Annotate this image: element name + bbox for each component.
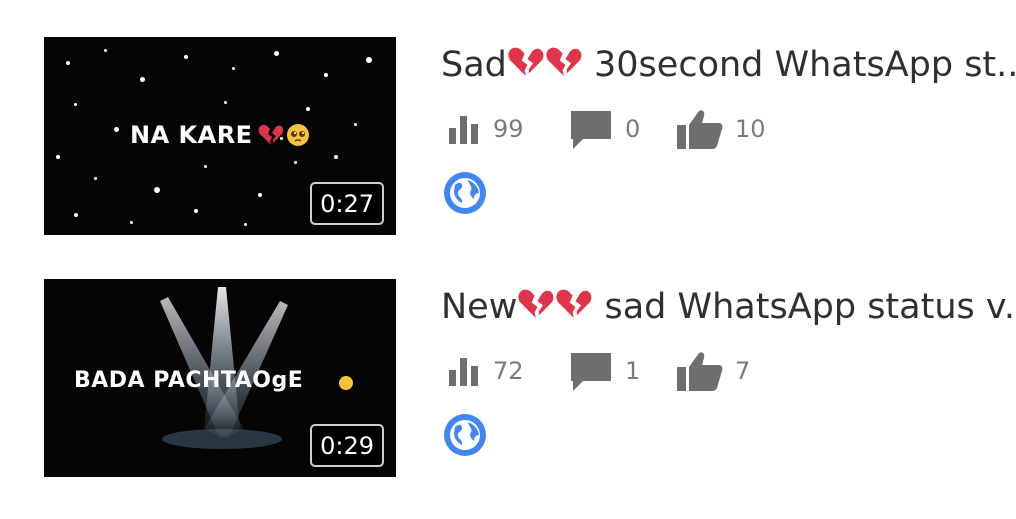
globe-icon[interactable] xyxy=(443,413,487,457)
comments-stat: 1 xyxy=(569,351,640,391)
globe-icon[interactable] xyxy=(443,171,487,215)
pleading-face-icon xyxy=(287,124,309,146)
comments-count: 0 xyxy=(625,115,641,143)
video-stats: 99 0 10 xyxy=(441,109,1016,149)
likes-stat: 10 xyxy=(677,109,766,149)
comments-stat: 0 xyxy=(569,109,640,149)
thumbs-up-icon xyxy=(677,110,723,149)
bar-chart-icon xyxy=(449,116,478,144)
broken-heart-icon xyxy=(258,124,284,145)
video-list-item[interactable]: NA KARE 0:27 Sad 30second WhatsApp st.. … xyxy=(0,37,1016,237)
title-prefix: Sad xyxy=(441,45,507,85)
comments-count: 1 xyxy=(625,357,641,385)
video-stats: 72 1 7 xyxy=(441,351,1016,391)
broken-heart-icon xyxy=(546,47,582,77)
likes-count: 10 xyxy=(735,115,766,143)
video-list-item[interactable]: BADA PACHTAOgE 0:29 New sad WhatsApp sta… xyxy=(0,279,1016,479)
smiling-face-icon xyxy=(339,376,353,390)
thumbnail-caption: NA KARE xyxy=(130,121,253,149)
views-stat: 99 xyxy=(447,109,524,149)
video-thumbnail[interactable]: NA KARE 0:27 xyxy=(44,37,396,235)
title-prefix: New xyxy=(441,287,518,327)
title-suffix: 30second WhatsApp st.. xyxy=(582,45,1016,85)
thumbnail-caption: BADA PACHTAOgE xyxy=(74,368,304,393)
broken-heart-icon xyxy=(518,289,554,319)
broken-heart-icon xyxy=(508,47,544,77)
duration-badge: 0:27 xyxy=(310,182,384,225)
views-stat: 72 xyxy=(447,351,524,391)
video-thumbnail[interactable]: BADA PACHTAOgE 0:29 xyxy=(44,279,396,477)
title-suffix: sad WhatsApp status v. xyxy=(593,287,1015,327)
video-title[interactable]: Sad 30second WhatsApp st.. xyxy=(441,43,1016,87)
views-count: 99 xyxy=(493,115,524,143)
likes-stat: 7 xyxy=(677,351,750,391)
duration-badge: 0:29 xyxy=(310,424,384,467)
comment-icon xyxy=(571,111,611,149)
thumbs-up-icon xyxy=(677,352,723,391)
comment-icon xyxy=(571,353,611,391)
broken-heart-icon xyxy=(556,289,592,319)
views-count: 72 xyxy=(493,357,524,385)
video-title[interactable]: New sad WhatsApp status v. xyxy=(441,285,1016,329)
likes-count: 7 xyxy=(735,357,751,385)
bar-chart-icon xyxy=(449,358,478,386)
